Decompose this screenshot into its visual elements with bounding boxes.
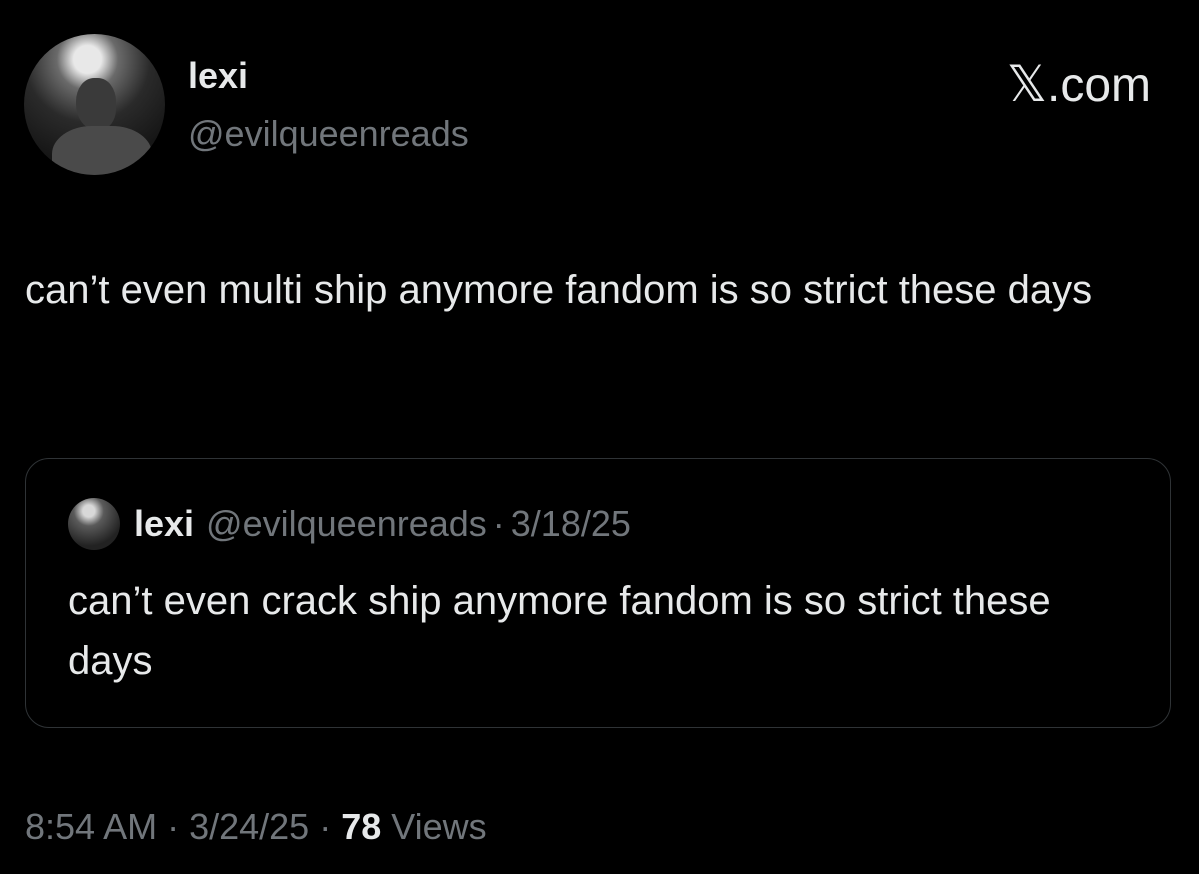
quoted-separator: · xyxy=(492,503,505,544)
meta-separator: · xyxy=(167,806,180,847)
views-label: Views xyxy=(391,806,487,847)
quoted-tweet-text: can’t even crack ship anymore fandom is … xyxy=(68,579,1051,683)
quoted-tweet-date: 3/18/25 xyxy=(510,503,631,544)
tweet-text: can’t even multi ship anymore fandom is … xyxy=(25,268,1093,312)
meta-separator: · xyxy=(319,806,332,847)
quoted-tweet-header: lexi @evilqueenreads · 3/18/25 xyxy=(68,498,631,550)
tweet-time[interactable]: 8:54 AM xyxy=(25,806,157,847)
avatar-shoulder-shape xyxy=(52,126,152,175)
tweet-date[interactable]: 3/24/25 xyxy=(189,806,309,847)
author-display-name[interactable]: lexi xyxy=(188,54,248,98)
author-avatar[interactable] xyxy=(24,34,165,175)
quoted-author-display-name: lexi xyxy=(134,503,195,544)
views-count[interactable]: 78 xyxy=(341,806,381,847)
author-handle[interactable]: @evilqueenreads xyxy=(188,112,469,156)
x-com-logo: 𝕏.com xyxy=(1007,56,1151,114)
brand-suffix: .com xyxy=(1046,59,1151,112)
x-logo-icon: 𝕏 xyxy=(1006,56,1047,112)
quoted-author-handle: @evilqueenreads xyxy=(206,503,487,544)
avatar-head-shape xyxy=(76,78,116,130)
tweet-meta: 8:54 AM · 3/24/25 · 78 Views xyxy=(25,802,487,852)
quoted-author-avatar xyxy=(68,498,120,550)
quoted-tweet-card[interactable]: lexi @evilqueenreads · 3/18/25 can’t eve… xyxy=(25,458,1171,728)
